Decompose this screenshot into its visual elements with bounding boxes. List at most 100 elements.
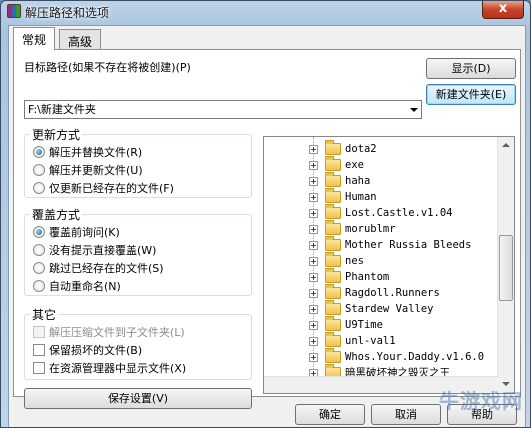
- checkbox-icon[interactable]: [33, 344, 45, 356]
- overwrite-mode-group: 覆盖方式 覆盖前询问(K) 没有提示直接覆盖(W) 跳过已经存在的文件(S) 自…: [24, 206, 252, 296]
- site-watermark: 牛游戏网: [439, 389, 523, 413]
- folder-icon: [325, 268, 341, 283]
- tree-item-label: Mother Russia Bleeds: [345, 239, 472, 251]
- misc-option-subfolder-label: 解压压缩文件到子文件夹(L): [49, 326, 185, 339]
- general-panel: 目标路径(如果不存在将被创建)(P) F:\新建文件夹 显示(D) 新建文件夹(…: [13, 49, 521, 409]
- expand-plus-icon[interactable]: [309, 145, 318, 154]
- vertical-scrollbar[interactable]: [497, 137, 514, 393]
- expand-plus-icon[interactable]: [309, 257, 318, 266]
- folder-icon: [325, 300, 341, 315]
- update-option-replace[interactable]: 解压并替换文件(R): [33, 145, 142, 161]
- radio-icon[interactable]: [33, 280, 45, 292]
- tree-item-label: Lost.Castle.v1.04: [345, 207, 453, 219]
- expand-plus-icon[interactable]: [309, 273, 318, 282]
- tree-item-label: U9Time: [345, 319, 383, 331]
- misc-option-subfolder[interactable]: 解压压缩文件到子文件夹(L): [33, 325, 185, 341]
- cancel-button[interactable]: 取消: [371, 404, 441, 425]
- update-option-update-label: 解压并更新文件(U): [49, 164, 143, 177]
- misc-option-show-in-explorer-label: 在资源管理器中显示文件(X): [49, 362, 187, 375]
- tree-item-label: nes: [345, 255, 364, 267]
- scroll-up-arrow-icon[interactable]: [498, 137, 514, 154]
- expand-plus-icon[interactable]: [309, 177, 318, 186]
- update-option-existing-only[interactable]: 仅更新已经存在的文件(F): [33, 181, 174, 197]
- dialog-client-area: 常规 高级 目标路径(如果不存在将被创建)(P) F:\新建文件夹 显示(D) …: [8, 25, 526, 427]
- new-folder-button[interactable]: 新建文件夹(E): [426, 84, 516, 105]
- save-settings-button[interactable]: 保存设置(V): [24, 388, 252, 409]
- folder-icon: [325, 172, 341, 187]
- overwrite-option-rename-label: 自动重命名(N): [49, 280, 121, 293]
- target-path-label: 目标路径(如果不存在将被创建)(P): [24, 61, 191, 74]
- tree-item-label: morublmr: [345, 223, 396, 235]
- radio-selected-icon[interactable]: [33, 146, 45, 158]
- tab-general[interactable]: 常规: [13, 27, 56, 50]
- tree-item-label: haha: [345, 175, 371, 187]
- target-path-value[interactable]: F:\新建文件夹: [28, 103, 96, 116]
- tree-item-label: Human: [345, 191, 377, 203]
- expand-plus-icon[interactable]: [309, 321, 318, 330]
- overwrite-option-rename[interactable]: 自动重命名(N): [33, 279, 121, 295]
- winrar-app-icon: [7, 4, 21, 18]
- expand-plus-icon[interactable]: [309, 225, 318, 234]
- ok-button[interactable]: 确定: [295, 404, 365, 425]
- folder-icon: [325, 348, 341, 363]
- folder-icon: [325, 156, 341, 171]
- tree-item-label: Phantom: [345, 271, 390, 283]
- update-mode-title: 更新方式: [30, 126, 83, 143]
- folder-icon: [325, 252, 341, 267]
- folder-icon: [325, 284, 341, 299]
- folder-icon: [325, 204, 341, 219]
- expand-plus-icon[interactable]: [309, 209, 318, 218]
- misc-option-keep-broken[interactable]: 保留损坏的文件(B): [33, 343, 142, 359]
- update-option-update[interactable]: 解压并更新文件(U): [33, 163, 143, 179]
- misc-option-keep-broken-label: 保留损坏的文件(B): [49, 344, 143, 357]
- title-bar[interactable]: 解压路径和选项 x: [1, 1, 530, 23]
- overwrite-option-without-prompt-label: 没有提示直接覆盖(W): [49, 244, 157, 257]
- overwrite-option-without-prompt[interactable]: 没有提示直接覆盖(W): [33, 243, 156, 259]
- radio-icon[interactable]: [33, 164, 45, 176]
- expand-plus-icon[interactable]: [309, 193, 318, 202]
- tree-item-label: Ragdoll.Runners: [345, 287, 440, 299]
- folder-tree[interactable]: dota2 exe haha Human Lost.Castle.v1.04 morubl…: [263, 136, 515, 394]
- radio-icon[interactable]: [33, 262, 45, 274]
- misc-group: 其它 解压压缩文件到子文件夹(L) 保留损坏的文件(B) 在资源管理器中显示文件…: [24, 306, 252, 380]
- show-button[interactable]: 显示(D): [426, 58, 516, 79]
- window-title: 解压路径和选项: [25, 6, 110, 20]
- expand-plus-icon[interactable]: [309, 161, 318, 170]
- tree-item-label: unl-val1: [345, 335, 396, 347]
- folder-icon: [325, 316, 341, 331]
- expand-plus-icon[interactable]: [309, 289, 318, 298]
- misc-title: 其它: [30, 306, 59, 323]
- update-mode-group: 更新方式 解压并替换文件(R) 解压并更新文件(U) 仅更新已经存在的文件(F): [24, 126, 252, 198]
- chevron-down-icon[interactable]: [410, 108, 418, 112]
- folder-icon: [325, 140, 341, 155]
- checkbox-icon[interactable]: [33, 362, 45, 374]
- radio-icon[interactable]: [33, 182, 45, 194]
- overwrite-option-skip[interactable]: 跳过已经存在的文件(S): [33, 261, 164, 277]
- folder-icon: [325, 332, 341, 347]
- tab-advanced[interactable]: 高级: [59, 29, 102, 49]
- expand-plus-icon[interactable]: [309, 337, 318, 346]
- overwrite-option-ask-label: 覆盖前询问(K): [49, 226, 120, 239]
- expand-plus-icon[interactable]: [309, 241, 318, 250]
- overwrite-option-ask[interactable]: 覆盖前询问(K): [33, 225, 120, 241]
- expand-plus-icon[interactable]: [309, 305, 318, 314]
- expand-plus-icon[interactable]: [309, 353, 318, 362]
- update-option-replace-label: 解压并替换文件(R): [49, 146, 143, 159]
- radio-icon[interactable]: [33, 244, 45, 256]
- checkbox-icon[interactable]: [33, 326, 45, 338]
- folder-icon: [325, 236, 341, 251]
- overwrite-option-skip-label: 跳过已经存在的文件(S): [49, 262, 164, 275]
- radio-selected-icon[interactable]: [33, 226, 45, 238]
- tree-item-label: Whos.Your.Daddy.v1.6.0: [345, 351, 485, 363]
- tree-item-label: dota2: [345, 143, 377, 155]
- folder-icon: [325, 188, 341, 203]
- update-option-existing-only-label: 仅更新已经存在的文件(F): [49, 182, 174, 195]
- target-path-combobox[interactable]: F:\新建文件夹: [24, 100, 422, 119]
- extract-dialog-window: 解压路径和选项 x 常规 高级 目标路径(如果不存在将被创建)(P) F:\新建…: [0, 0, 531, 428]
- close-button[interactable]: x: [482, 1, 524, 19]
- tree-item-label: Stardew Valley: [345, 303, 434, 315]
- folder-icon: [325, 220, 341, 235]
- scroll-thumb[interactable]: [499, 235, 513, 301]
- tree-item-label: exe: [345, 159, 364, 171]
- misc-option-show-in-explorer[interactable]: 在资源管理器中显示文件(X): [33, 361, 186, 377]
